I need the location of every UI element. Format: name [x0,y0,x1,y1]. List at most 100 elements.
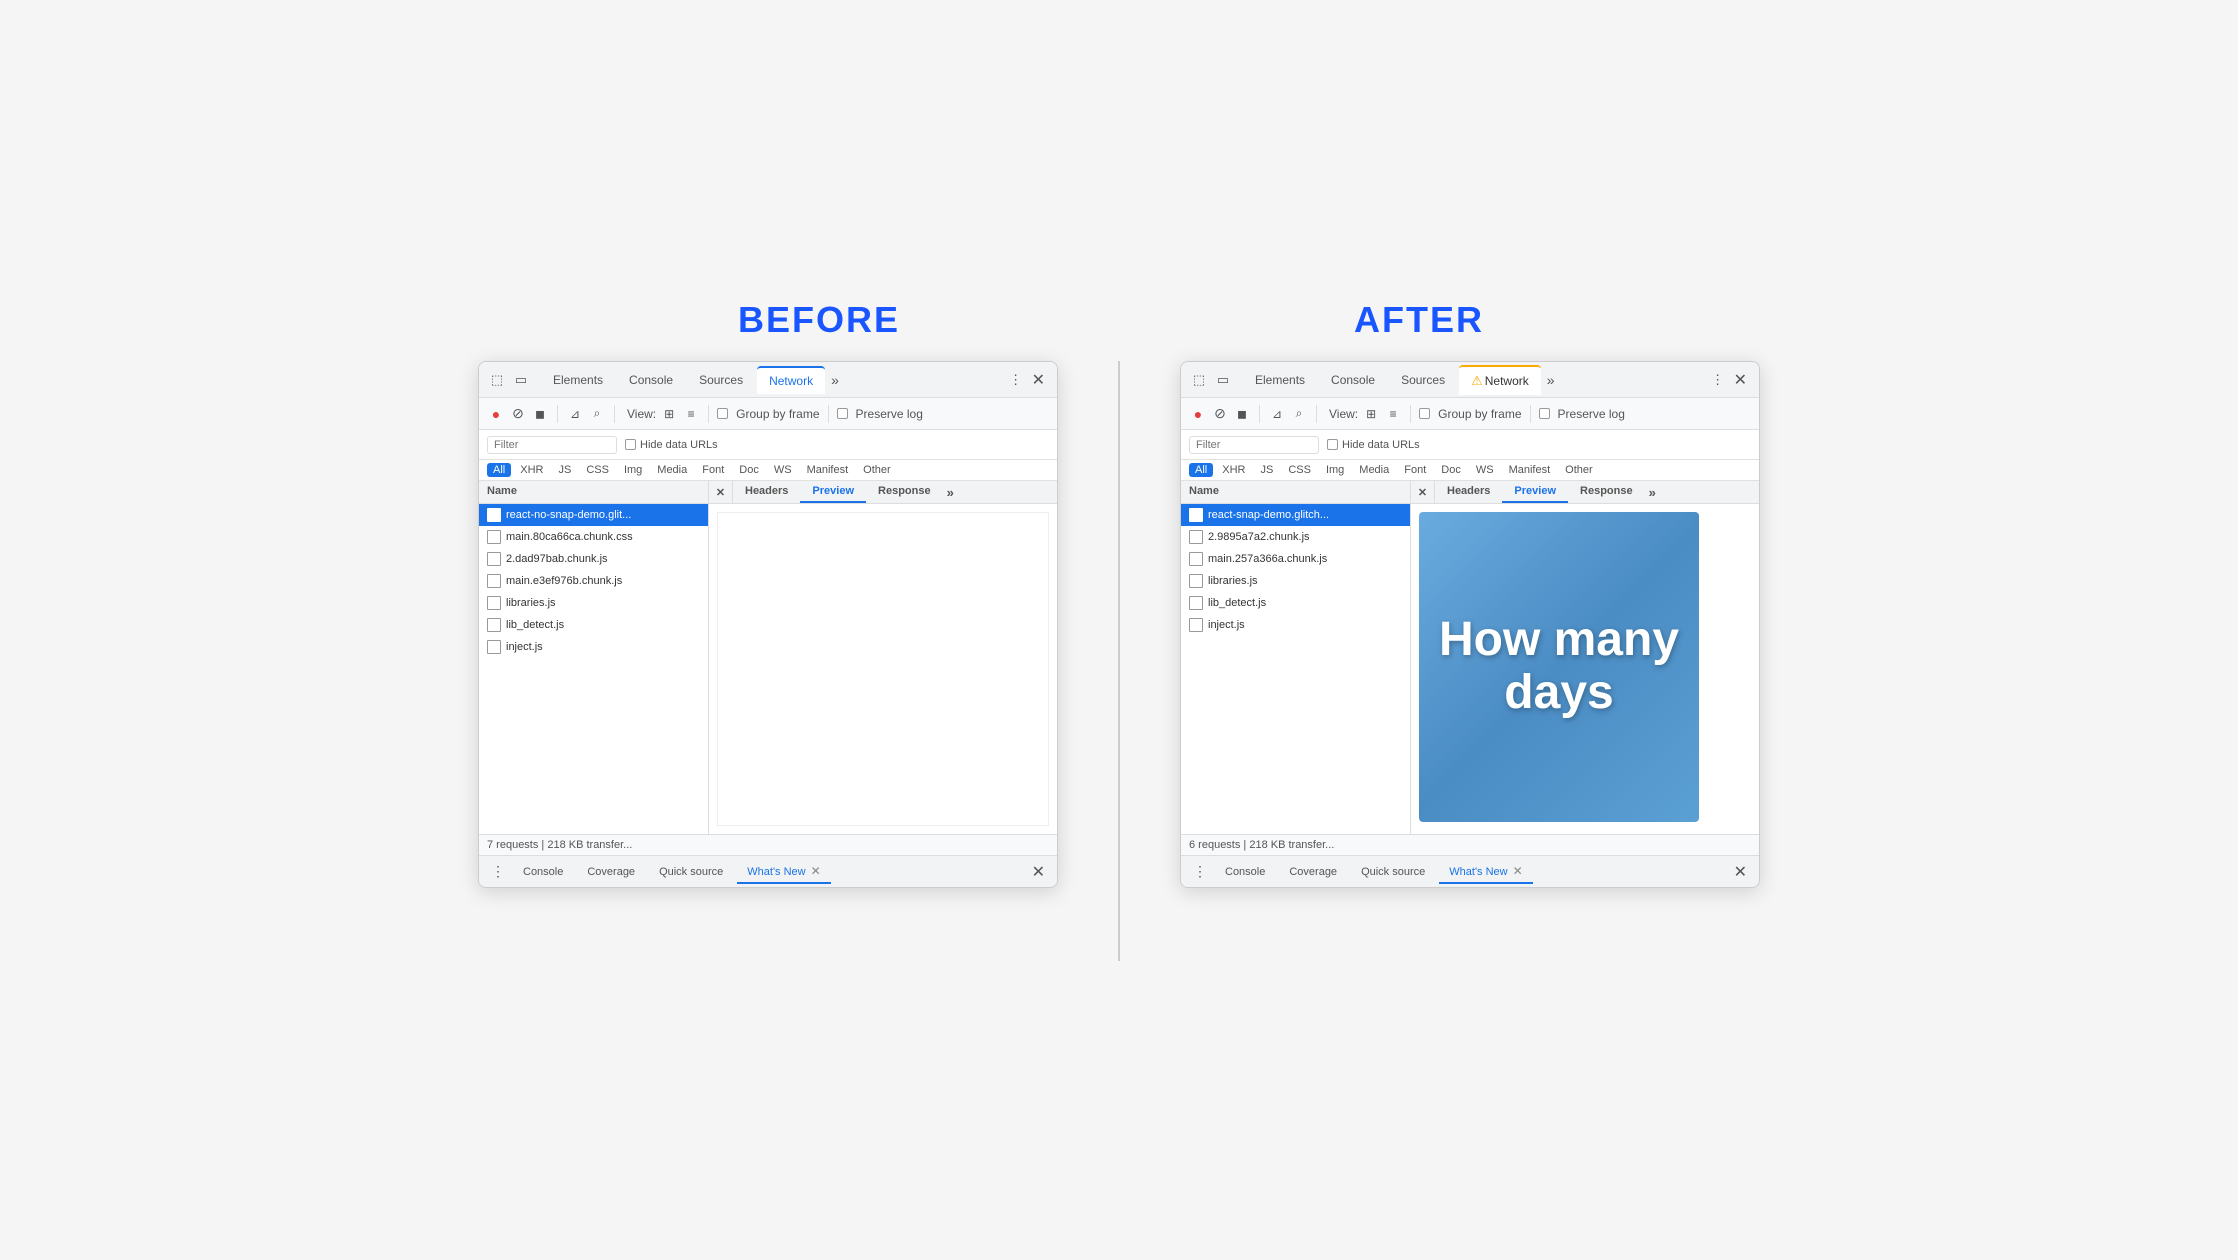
list-item[interactable]: react-no-snap-demo.glit... [479,504,708,526]
after-type-other[interactable]: Other [1559,463,1599,477]
before-tab-menu[interactable]: ⋮ [1006,370,1026,390]
before-type-manifest[interactable]: Manifest [801,463,855,477]
before-filter-input[interactable] [487,436,617,454]
list-item[interactable]: inject.js [479,636,708,658]
list-item[interactable]: main.e3ef976b.chunk.js [479,570,708,592]
after-type-css[interactable]: CSS [1282,463,1317,477]
after-groupby-checkbox[interactable] [1419,408,1430,419]
after-view-list-icon[interactable]: ≡ [1384,405,1402,423]
before-col-close[interactable]: ✕ [709,481,733,503]
after-mobile-icon[interactable]: ▭ [1213,370,1233,390]
after-type-manifest[interactable]: Manifest [1503,463,1557,477]
after-bottom-quicksource[interactable]: Quick source [1351,862,1435,882]
after-preserve-checkbox[interactable] [1539,408,1550,419]
list-item[interactable]: lib_detect.js [479,614,708,636]
list-item[interactable]: 2.9895a7a2.chunk.js [1181,526,1410,548]
after-type-js[interactable]: JS [1254,463,1279,477]
before-type-js[interactable]: JS [552,463,577,477]
after-no-entry-icon[interactable]: ⊘ [1211,405,1229,423]
before-type-doc[interactable]: Doc [733,463,765,477]
list-item[interactable]: lib_detect.js [1181,592,1410,614]
before-type-ws[interactable]: WS [768,463,798,477]
before-bottom-console[interactable]: Console [513,862,573,882]
after-tab-menu[interactable]: ⋮ [1708,370,1728,390]
before-tab-close[interactable]: ✕ [1028,366,1049,394]
list-item[interactable]: 2.dad97bab.chunk.js [479,548,708,570]
before-camera-icon[interactable]: ◼ [531,405,549,423]
after-tab-console[interactable]: Console [1319,367,1387,393]
before-view-grid-icon[interactable]: ⊞ [660,405,678,423]
after-tab-close[interactable]: ✕ [1730,366,1751,394]
before-type-css[interactable]: CSS [580,463,615,477]
before-bottom-whatsnew-close[interactable]: ✕ [811,864,821,878]
before-tab-network[interactable]: Network [757,366,825,394]
before-tab-headers[interactable]: Headers [733,481,800,503]
before-bottom-close[interactable]: ✕ [1028,858,1049,886]
after-view-grid-icon[interactable]: ⊞ [1362,405,1380,423]
before-no-entry-icon[interactable]: ⊘ [509,405,527,423]
before-tab-console[interactable]: Console [617,367,685,393]
after-filter-icon[interactable]: ⊿ [1268,405,1286,423]
after-col-close[interactable]: ✕ [1411,481,1435,503]
after-detail-more[interactable]: » [1645,483,1660,502]
after-type-ws[interactable]: WS [1470,463,1500,477]
before-record-icon[interactable]: ● [487,405,505,423]
after-bottom-whatsnew-close[interactable]: ✕ [1513,864,1523,878]
before-tab-sources[interactable]: Sources [687,367,755,393]
after-tab-response[interactable]: Response [1568,481,1645,503]
before-bottom-whatsnew[interactable]: What's New ✕ [737,860,830,884]
before-tab-preview[interactable]: Preview [800,481,866,503]
after-tab-network[interactable]: ⚠Network [1459,365,1541,395]
before-tab-more[interactable]: » [827,368,843,392]
before-bottom-menu[interactable]: ⋮ [487,859,509,884]
after-bottom-whatsnew[interactable]: What's New ✕ [1439,860,1532,884]
after-bottom-close[interactable]: ✕ [1730,858,1751,886]
list-item[interactable]: main.257a366a.chunk.js [1181,548,1410,570]
after-type-doc[interactable]: Doc [1435,463,1467,477]
list-item[interactable]: react-snap-demo.glitch... [1181,504,1410,526]
after-type-img[interactable]: Img [1320,463,1350,477]
before-type-font[interactable]: Font [696,463,730,477]
after-type-xhr[interactable]: XHR [1216,463,1251,477]
before-detail-more[interactable]: » [943,483,958,502]
before-type-all[interactable]: All [487,463,511,477]
list-item[interactable]: libraries.js [479,592,708,614]
before-view-list-icon[interactable]: ≡ [682,405,700,423]
after-tab-more[interactable]: » [1543,368,1559,392]
before-tab-response[interactable]: Response [866,481,943,503]
after-tab-headers[interactable]: Headers [1435,481,1502,503]
before-bottom-quicksource[interactable]: Quick source [649,862,733,882]
after-filter-input[interactable] [1189,436,1319,454]
before-hide-urls-checkbox[interactable] [625,439,636,450]
after-inspect-icon[interactable]: ⬚ [1189,370,1209,390]
after-record-icon[interactable]: ● [1189,405,1207,423]
after-type-media[interactable]: Media [1353,463,1395,477]
after-bottom-coverage[interactable]: Coverage [1279,862,1347,882]
after-search-icon[interactable]: ⌕ [1290,405,1308,423]
after-bottom-menu[interactable]: ⋮ [1189,859,1211,884]
before-tab-elements[interactable]: Elements [541,367,615,393]
before-bottom-coverage[interactable]: Coverage [577,862,645,882]
file-icon [1189,596,1203,610]
list-item[interactable]: inject.js [1181,614,1410,636]
before-mobile-icon[interactable]: ▭ [511,370,531,390]
after-tab-preview[interactable]: Preview [1502,481,1568,503]
after-type-font[interactable]: Font [1398,463,1432,477]
before-type-media[interactable]: Media [651,463,693,477]
before-preserve-checkbox[interactable] [837,408,848,419]
before-filter-icon[interactable]: ⊿ [566,405,584,423]
before-type-xhr[interactable]: XHR [514,463,549,477]
before-search-icon[interactable]: ⌕ [588,405,606,423]
before-groupby-checkbox[interactable] [717,408,728,419]
list-item[interactable]: main.80ca66ca.chunk.css [479,526,708,548]
after-tab-elements[interactable]: Elements [1243,367,1317,393]
before-type-other[interactable]: Other [857,463,897,477]
after-tab-sources[interactable]: Sources [1389,367,1457,393]
before-type-img[interactable]: Img [618,463,648,477]
after-type-all[interactable]: All [1189,463,1213,477]
after-camera-icon[interactable]: ◼ [1233,405,1251,423]
list-item[interactable]: libraries.js [1181,570,1410,592]
after-bottom-console[interactable]: Console [1215,862,1275,882]
before-inspect-icon[interactable]: ⬚ [487,370,507,390]
after-hide-urls-checkbox[interactable] [1327,439,1338,450]
